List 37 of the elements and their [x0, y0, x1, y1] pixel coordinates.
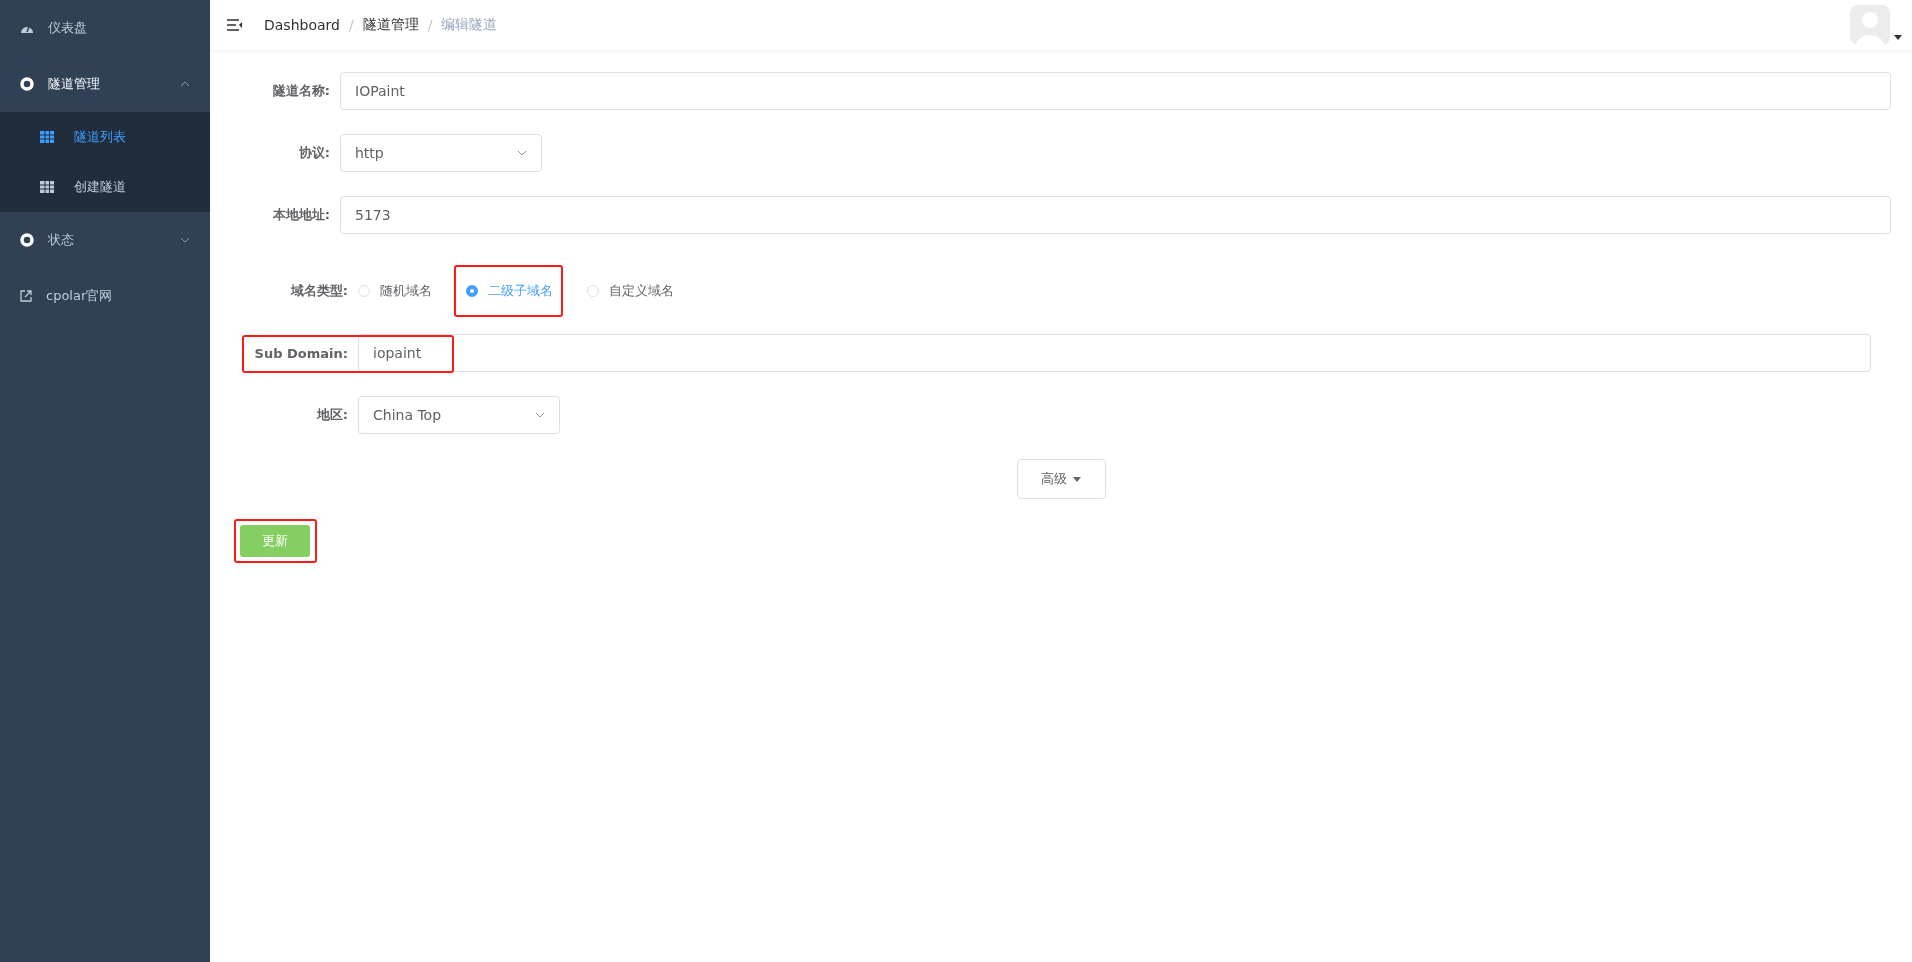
chevron-icon	[517, 150, 527, 156]
radio-option[interactable]: 随机域名	[358, 282, 432, 300]
grid-icon	[40, 181, 54, 193]
breadcrumb-item: 编辑隧道	[441, 16, 498, 34]
breadcrumb-item[interactable]: Dashboard	[264, 17, 340, 33]
select-field[interactable]: http	[340, 134, 542, 172]
field-label: 地区:	[315, 406, 348, 424]
caret-icon[interactable]	[1894, 34, 1902, 40]
radio-option[interactable]: 自定义域名	[587, 282, 674, 300]
ring-icon	[20, 77, 34, 91]
field-label: 域名类型:	[289, 282, 348, 300]
text-field[interactable]: iopaint	[358, 334, 1871, 372]
field-label: Sub Domain:	[253, 345, 348, 361]
chevron-icon	[535, 412, 545, 418]
sidebar-item[interactable]: 仪表盘	[0, 0, 210, 56]
text-field[interactable]: IOPaint	[340, 72, 1891, 110]
sidebar-item[interactable]: 状态	[0, 212, 210, 268]
field-label: 隧道名称:	[271, 82, 330, 100]
submenu-item[interactable]: 创建隧道	[0, 162, 210, 212]
submenu-item[interactable]: 隧道列表	[0, 112, 210, 162]
sidebar-item[interactable]: 隧道管理	[0, 56, 210, 112]
external-link-icon	[20, 290, 32, 302]
select-field[interactable]: China Top	[358, 396, 560, 434]
field-label: 本地地址:	[271, 206, 330, 224]
chevron-icon	[180, 237, 190, 243]
chevron-icon	[180, 81, 190, 87]
ring-icon	[20, 233, 34, 247]
breadcrumb-item[interactable]: 隧道管理	[362, 16, 419, 34]
menu-icon[interactable]	[227, 19, 243, 31]
text-field[interactable]: 5173	[340, 196, 1891, 234]
grid-icon	[40, 131, 54, 143]
breadcrumb-separator: /	[427, 17, 433, 33]
caret-icon	[1073, 476, 1081, 482]
breadcrumb-separator: /	[348, 17, 354, 33]
sidebar-item[interactable]: cpolar官网	[0, 268, 210, 324]
advanced-button[interactable]: 高级	[1016, 459, 1106, 499]
field-label: 协议:	[297, 144, 330, 162]
